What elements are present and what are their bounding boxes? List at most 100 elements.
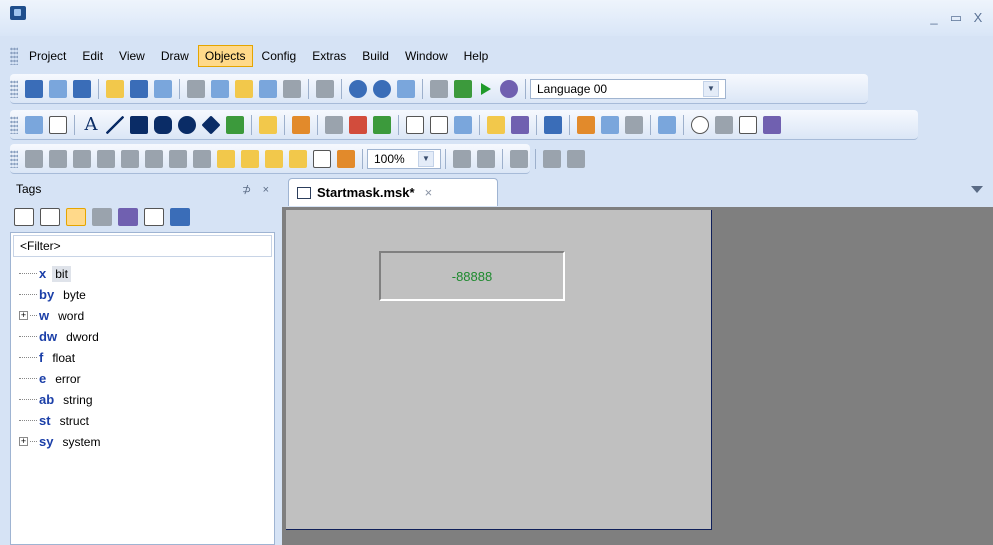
document-icon[interactable]	[397, 80, 415, 98]
numeric-field[interactable]: -88888	[379, 251, 565, 301]
tree-item-system[interactable]: + sy system	[19, 431, 103, 452]
text-field-tool-icon[interactable]	[430, 116, 448, 134]
move-down-icon[interactable]	[567, 150, 585, 168]
tag-name[interactable]: string	[60, 392, 95, 408]
close-button[interactable]: X	[970, 11, 986, 25]
tab-trends-icon[interactable]	[118, 208, 138, 226]
slider-tool-icon[interactable]	[373, 116, 391, 134]
open-project-icon[interactable]	[49, 80, 67, 98]
tree-item-byte[interactable]: by byte	[19, 284, 103, 305]
project-settings-icon[interactable]	[73, 80, 91, 98]
tree-item-struct[interactable]: st struct	[19, 410, 103, 431]
tag-name[interactable]: float	[49, 350, 78, 366]
plugin-tool-icon[interactable]	[763, 116, 781, 134]
pin-icon[interactable]	[510, 150, 528, 168]
distribute-vertical-icon[interactable]	[145, 150, 163, 168]
clock-tool-icon[interactable]	[691, 116, 709, 134]
menu-project[interactable]: Project	[22, 45, 73, 67]
tab-startmask[interactable]: Startmask.msk* ×	[288, 178, 498, 206]
zoom-select[interactable]: 100% ▼	[367, 149, 441, 169]
button-tool-icon[interactable]	[325, 116, 343, 134]
tree-item-bit[interactable]: x bit	[19, 263, 103, 284]
tag-name[interactable]: word	[55, 308, 87, 324]
zoom-area-icon[interactable]	[477, 150, 495, 168]
rectangle-select-icon[interactable]	[49, 116, 67, 134]
ellipse-tool-icon[interactable]	[178, 116, 196, 134]
paste-icon[interactable]	[235, 80, 253, 98]
close-icon[interactable]: ×	[425, 185, 433, 200]
chevron-down-icon[interactable]: ▼	[418, 151, 434, 167]
cut-icon[interactable]	[187, 80, 205, 98]
tag-name[interactable]: bit	[52, 265, 71, 282]
align-right-icon[interactable]	[49, 150, 67, 168]
numeric-field-tool-icon[interactable]	[406, 116, 424, 134]
menu-grip[interactable]	[10, 47, 18, 65]
alarm-tool-icon[interactable]	[577, 116, 595, 134]
app-icon[interactable]	[10, 6, 26, 20]
recipe-tool-icon[interactable]	[601, 116, 619, 134]
trend-tool-icon[interactable]	[511, 116, 529, 134]
text-tool-icon[interactable]: A	[82, 116, 100, 134]
line-tool-icon[interactable]	[106, 116, 124, 134]
database-tool-icon[interactable]	[544, 116, 562, 134]
download-icon[interactable]	[454, 80, 472, 98]
menu-extras[interactable]: Extras	[305, 45, 353, 67]
tree-item-string[interactable]: ab string	[19, 389, 103, 410]
level-tool-icon[interactable]	[292, 116, 310, 134]
build-icon[interactable]	[430, 80, 448, 98]
tab-database-icon[interactable]	[170, 208, 190, 226]
toolbar-grip[interactable]	[10, 150, 18, 168]
menu-help[interactable]: Help	[457, 45, 496, 67]
expand-icon[interactable]: +	[19, 311, 28, 320]
send-back-icon[interactable]	[241, 150, 259, 168]
menu-draw[interactable]: Draw	[154, 45, 196, 67]
move-up-icon[interactable]	[543, 150, 561, 168]
copy-icon[interactable]	[211, 80, 229, 98]
menu-objects[interactable]: Objects	[197, 45, 253, 67]
ungroup-icon[interactable]	[289, 150, 307, 168]
menu-build[interactable]: Build	[355, 45, 396, 67]
expand-icon[interactable]: +	[19, 437, 28, 446]
language-select[interactable]: Language 00 ▼	[530, 79, 726, 99]
tree-item-dword[interactable]: dw dword	[19, 326, 103, 347]
tag-name[interactable]: system	[59, 434, 103, 450]
pin-icon[interactable]: ⊅	[242, 184, 251, 196]
align-bottom-icon[interactable]	[97, 150, 115, 168]
mask-link-tool-icon[interactable]	[658, 116, 676, 134]
chevron-down-icon[interactable]	[971, 186, 983, 193]
open-folder-icon[interactable]	[106, 80, 124, 98]
tag-name[interactable]: byte	[60, 287, 89, 303]
tag-name[interactable]: error	[52, 371, 83, 387]
tab-tags-icon[interactable]	[66, 208, 86, 226]
undo-icon[interactable]	[259, 80, 277, 98]
grid-icon[interactable]	[313, 150, 331, 168]
align-top-icon[interactable]	[73, 150, 91, 168]
tag-name[interactable]: dword	[63, 329, 102, 345]
mask-canvas[interactable]: -88888	[286, 210, 712, 530]
maximize-button[interactable]: ▭	[948, 11, 964, 25]
checkbox-tool-icon[interactable]	[349, 116, 367, 134]
chevron-down-icon[interactable]: ▼	[703, 81, 719, 97]
same-size-icon[interactable]	[121, 150, 139, 168]
center-icon[interactable]	[193, 150, 211, 168]
tab-texts-icon[interactable]	[40, 208, 60, 226]
info-icon[interactable]	[349, 80, 367, 98]
rounded-rect-tool-icon[interactable]	[154, 116, 172, 134]
tree-item-error[interactable]: e error	[19, 368, 103, 389]
toolbar-grip[interactable]	[10, 116, 18, 134]
bitmap-tool-icon[interactable]	[226, 116, 244, 134]
help-icon[interactable]	[373, 80, 391, 98]
tree-item-word[interactable]: + w word	[19, 305, 103, 326]
run-icon[interactable]	[481, 83, 491, 95]
tree-item-float[interactable]: f float	[19, 347, 103, 368]
menu-window[interactable]: Window	[398, 45, 455, 67]
scroll-tool-icon[interactable]	[454, 116, 472, 134]
tab-printing-icon[interactable]	[92, 208, 112, 226]
bargraph-tool-icon[interactable]	[487, 116, 505, 134]
toolbar-grip[interactable]	[10, 80, 18, 98]
select-pointer-icon[interactable]	[25, 116, 43, 134]
rectangle-tool-icon[interactable]	[130, 116, 148, 134]
group-icon[interactable]	[265, 150, 283, 168]
menu-config[interactable]: Config	[255, 45, 304, 67]
polygon-tool-icon[interactable]	[201, 115, 221, 135]
